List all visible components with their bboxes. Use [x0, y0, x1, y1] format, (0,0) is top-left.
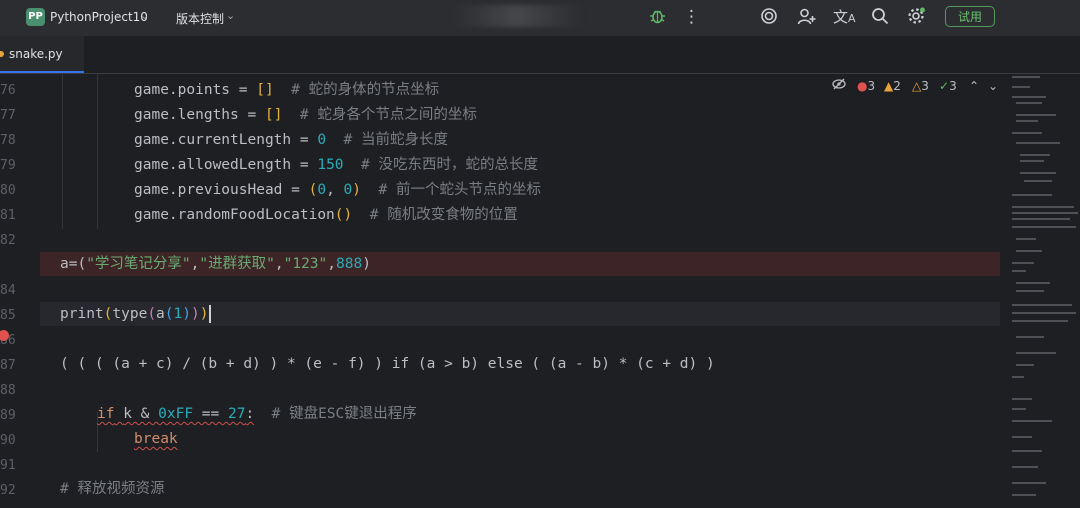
code-line: game.points = [] # 蛇的身体的节点坐标 — [134, 82, 440, 98]
line-number: 80 — [0, 183, 16, 198]
text-caret — [209, 305, 212, 323]
line-number: 84 — [0, 283, 16, 298]
line-number: 87 — [0, 358, 16, 373]
warning-icon: ▲ — [884, 79, 894, 93]
chevron-down-icon[interactable]: ⌄ — [988, 78, 998, 94]
editor-tab-bar: snake.py — [0, 36, 1080, 74]
title-bar: PP PythonProject10 ⌄ 版本控制 ⌄ ⋮ 文A 试用 — [0, 0, 1080, 36]
hide-inspections-icon[interactable] — [832, 78, 846, 94]
line-number: 90 — [0, 433, 16, 448]
trial-button[interactable]: 试用 — [945, 6, 995, 27]
line-number: 85 — [0, 308, 16, 323]
chevron-down-icon[interactable]: ⌄ — [226, 9, 235, 22]
code-line: break — [134, 431, 178, 447]
error-icon: ● — [857, 79, 868, 93]
indent-guide — [62, 74, 63, 229]
code-line: ( ( ( (a + c) / (b + d) ) * (e - f) ) if… — [60, 356, 715, 372]
active-tab-underline — [0, 71, 84, 73]
line-number: 91 — [0, 458, 16, 473]
line-number-gutter[interactable]: 76 77 78 79 80 81 82 84 85 86 87 88 89 9… — [0, 74, 40, 508]
chevron-up-icon[interactable]: ⌃ — [969, 78, 979, 94]
project-name[interactable]: PythonProject10 — [50, 10, 148, 24]
errors-indicator[interactable]: ●3 — [857, 78, 875, 94]
line-number: 77 — [0, 108, 16, 123]
code-line: game.allowedLength = 150 # 没吃东西时，蛇的总长度 — [134, 157, 538, 173]
code-line: game.previousHead = (0, 0) # 前一个蛇头节点的坐标 — [134, 182, 541, 198]
modified-indicator — [0, 51, 4, 57]
vcs-menu[interactable]: 版本控制 — [176, 10, 224, 27]
code-minimap[interactable] — [1008, 74, 1080, 508]
search-icon[interactable] — [871, 7, 889, 30]
blurred-run-config — [452, 5, 582, 27]
line-number: 89 — [0, 408, 16, 423]
chevron-down-icon[interactable]: ⌄ — [140, 9, 149, 22]
code-line: game.lengths = [] # 蛇身各个节点之间的坐标 — [134, 107, 477, 123]
code-line: game.currentLength = 0 # 当前蛇身长度 — [134, 132, 449, 148]
project-icon[interactable]: PP — [26, 8, 45, 26]
line-number: 78 — [0, 133, 16, 148]
code-line: game.randomFoodLocation() # 随机改变食物的位置 — [134, 207, 518, 223]
line-number: 92 — [0, 483, 16, 498]
more-vertical-icon[interactable]: ⋮ — [683, 7, 700, 27]
indent-guide — [97, 74, 98, 229]
ai-spiral-icon[interactable] — [760, 7, 778, 30]
warnings-indicator[interactable]: ▲2 — [884, 78, 901, 94]
tab-snake-py[interactable]: snake.py — [0, 36, 84, 73]
code-editor[interactable]: game.points = [] # 蛇的身体的节点坐标 game.length… — [40, 74, 1000, 508]
code-line: if k & 0xFF == 27: # 键盘ESC键退出程序 — [97, 406, 417, 422]
line-number: 81 — [0, 208, 16, 223]
tab-label: snake.py — [9, 47, 63, 61]
line-number: 82 — [0, 233, 16, 248]
settings-gear-icon[interactable] — [907, 7, 925, 30]
code-line: a=("学习笔记分享","进群获取","123",888) — [60, 256, 371, 272]
line-number: 79 — [0, 158, 16, 173]
debug-bug-icon[interactable] — [649, 7, 666, 30]
translate-icon[interactable]: 文A — [833, 7, 856, 29]
weak-warnings-indicator[interactable]: △3 — [912, 78, 929, 94]
ok-indicator[interactable]: ✓3 — [939, 78, 957, 94]
line-number: 88 — [0, 383, 16, 398]
code-line: print(type(a(1))) — [60, 302, 212, 326]
code-line: # 释放视频资源 — [60, 481, 165, 497]
add-user-icon[interactable] — [797, 7, 816, 30]
check-icon: ✓ — [939, 79, 950, 93]
weak-warning-icon: △ — [912, 79, 922, 93]
line-number: 76 — [0, 83, 16, 98]
